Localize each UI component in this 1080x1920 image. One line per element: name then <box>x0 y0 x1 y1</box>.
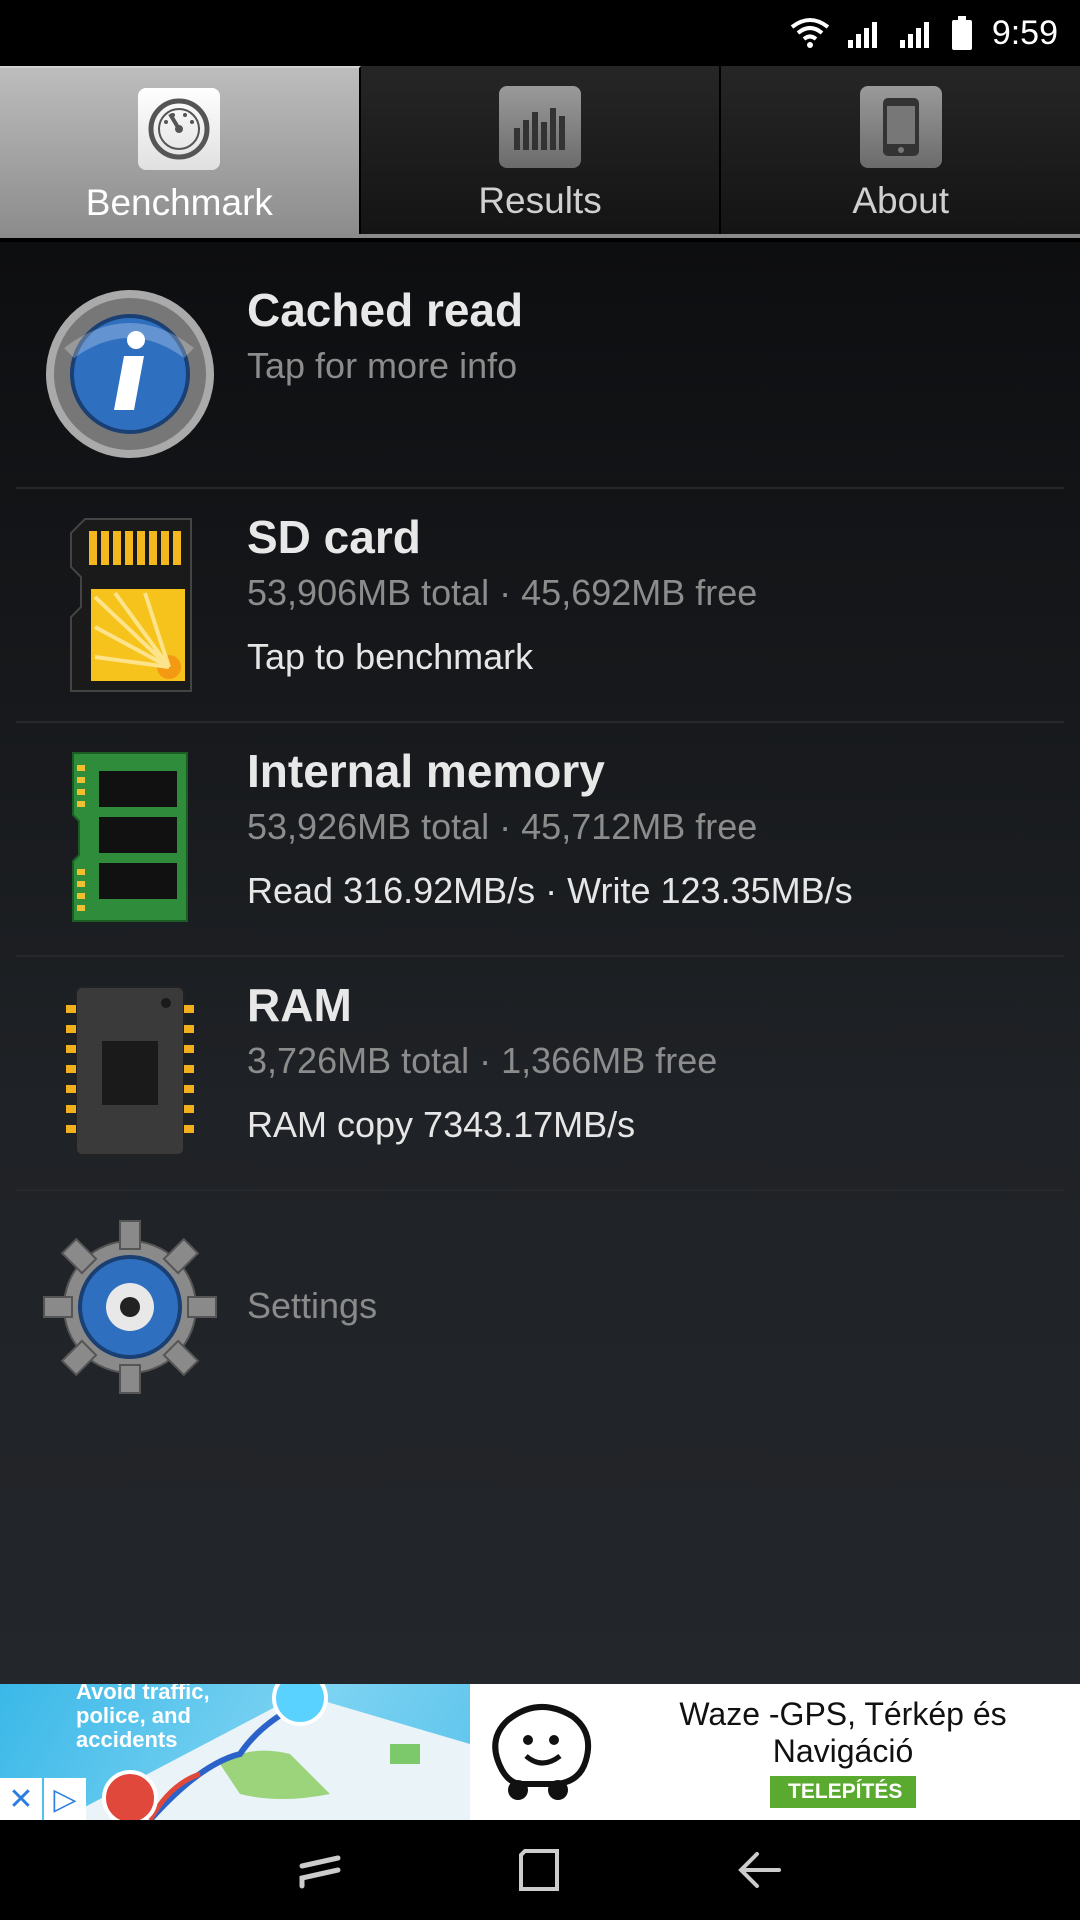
ad-controls: ✕ ▷ <box>0 1778 88 1820</box>
row-subtitle: 53,906MB total · 45,692MB free <box>247 572 758 613</box>
row-title: SD card <box>247 511 421 563</box>
ad-tagline: Avoid traffic, police, and accidents <box>76 1684 210 1752</box>
ad-image[interactable]: Avoid traffic, police, and accidents ✕ ▷ <box>0 1684 470 1820</box>
gauge-icon <box>138 88 221 170</box>
wifi-icon <box>790 17 830 49</box>
info-icon <box>40 284 220 464</box>
row-title: RAM <box>247 979 352 1031</box>
back-icon[interactable] <box>650 1820 870 1920</box>
row-detail: Read 316.92MB/s · Write 123.35MB/s <box>247 870 853 911</box>
list-item-ram[interactable]: RAM 3,726MB total · 1,366MB free RAM cop… <box>0 957 1080 1189</box>
tab-benchmark[interactable]: Benchmark <box>0 66 361 234</box>
row-subtitle: 53,926MB total · 45,712MB free <box>247 806 758 847</box>
row-text: SD card 53,906MB total · 45,692MB free T… <box>247 509 757 681</box>
memory-chip-icon <box>40 747 220 927</box>
row-title: Settings <box>247 1285 378 1326</box>
close-icon[interactable]: ✕ <box>0 1778 42 1820</box>
home-icon[interactable] <box>430 1820 650 1920</box>
tab-label: Benchmark <box>85 182 273 223</box>
benchmark-list: Cached read Tap for more info SD card 53… <box>0 242 1080 1684</box>
row-text: RAM 3,726MB total · 1,366MB free RAM cop… <box>247 977 717 1149</box>
ad-choices-icon[interactable]: ▷ <box>44 1778 86 1820</box>
ad-info: Waze -GPS, Térkép és Navigáció TELEPÍTÉS <box>606 1684 1080 1820</box>
row-text: Cached read Tap for more info <box>247 282 523 390</box>
install-button[interactable]: TELEPÍTÉS <box>770 1776 916 1808</box>
gear-icon <box>40 1217 220 1397</box>
recent-apps-icon[interactable] <box>210 1820 430 1920</box>
row-title: Internal memory <box>247 745 605 797</box>
tab-label: About <box>852 180 950 221</box>
tab-results[interactable]: Results <box>360 66 722 234</box>
tab-label: Results <box>478 180 602 221</box>
signal-icon <box>847 18 882 48</box>
row-detail: Tap to benchmark <box>247 636 534 677</box>
ram-chip-icon <box>40 981 220 1161</box>
waze-logo-icon[interactable] <box>470 1684 606 1820</box>
bar-chart-icon <box>499 86 581 168</box>
sd-card-icon <box>40 515 220 695</box>
list-item-internal-memory[interactable]: Internal memory 53,926MB total · 45,712M… <box>0 723 1080 955</box>
ad-title: Waze -GPS, Térkép és Navigáció <box>679 1696 1007 1769</box>
row-subtitle: 3,726MB total · 1,366MB free <box>247 1040 718 1081</box>
status-time: 9:59 <box>991 13 1058 52</box>
row-detail: RAM copy 7343.17MB/s <box>247 1104 636 1145</box>
status-bar: 9:59 <box>0 0 1080 66</box>
battery-icon <box>951 16 972 50</box>
navigation-bar <box>0 1820 1080 1920</box>
row-text: Internal memory 53,926MB total · 45,712M… <box>247 743 853 915</box>
signal-icon <box>899 18 934 48</box>
tab-bar: Benchmark Results About <box>0 66 1080 238</box>
list-item-cached-read[interactable]: Cached read Tap for more info <box>0 242 1080 487</box>
row-title: Cached read <box>247 284 524 336</box>
tab-about[interactable]: About <box>721 66 1080 234</box>
list-item-sd-card[interactable]: SD card 53,906MB total · 45,692MB free T… <box>0 489 1080 721</box>
list-item-settings[interactable]: Settings <box>0 1191 1080 1423</box>
phone-icon <box>859 86 942 168</box>
row-subtitle: Tap for more info <box>247 345 518 386</box>
ad-banner[interactable]: Avoid traffic, police, and accidents ✕ ▷… <box>0 1684 1080 1820</box>
